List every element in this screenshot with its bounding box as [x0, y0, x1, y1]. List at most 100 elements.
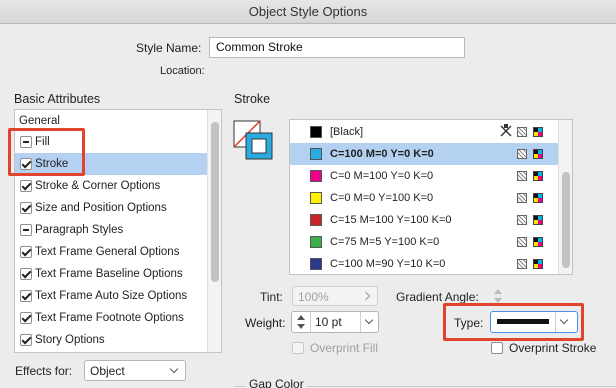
overprint-stroke-checkbox[interactable] — [491, 342, 503, 354]
overprint-fill-label: Overprint Fill — [310, 341, 379, 355]
attr-item-label: Stroke — [35, 158, 69, 170]
type-label: Type: — [454, 316, 484, 330]
chevron-right-icon — [361, 291, 371, 301]
text-frame-footnote-checkbox[interactable] — [20, 312, 32, 324]
basic-attributes-list: General Fill Stroke Stroke & Corner Opti… — [14, 109, 222, 353]
gradient-angle-stepper[interactable] — [491, 286, 505, 306]
attr-item-stroke-corner[interactable]: Stroke & Corner Options — [15, 175, 207, 197]
weight-stepper[interactable] — [294, 312, 308, 332]
text-frame-baseline-checkbox[interactable] — [20, 268, 32, 280]
attr-item-text-frame-auto-size[interactable]: Text Frame Auto Size Options — [15, 285, 207, 307]
attr-item-label: Fill — [35, 136, 50, 148]
swatch-scrollbar[interactable] — [558, 120, 572, 274]
effects-for-value: Object — [90, 364, 125, 378]
gradient-angle-label: Gradient Angle: — [396, 290, 479, 304]
no-edit-icon — [500, 124, 512, 138]
effects-for-label: Effects for: — [15, 364, 73, 378]
fill-checkbox[interactable] — [20, 136, 32, 148]
attr-item-label: Text Frame Footnote Options — [35, 312, 184, 324]
cmyk-mode-icon — [533, 149, 543, 159]
attr-item-label: Stroke & Corner Options — [35, 180, 161, 192]
process-color-icon — [517, 259, 527, 269]
swatch-name: C=15 M=100 Y=100 K=0 — [330, 214, 452, 226]
stroke-checkbox[interactable] — [20, 158, 32, 170]
attributes-scrollbar[interactable] — [207, 110, 221, 352]
gap-color-label: Gap Color — [246, 377, 307, 388]
tint-combo[interactable]: 100% — [292, 286, 378, 306]
attr-item-stroke[interactable]: Stroke — [15, 153, 207, 175]
attr-item-label: Text Frame Auto Size Options — [35, 290, 188, 302]
swatch-name: C=100 M=90 Y=10 K=0 — [330, 258, 446, 270]
swatch-name: C=0 M=100 Y=0 K=0 — [330, 170, 434, 182]
story-options-checkbox[interactable] — [20, 334, 32, 346]
text-frame-auto-size-checkbox[interactable] — [20, 290, 32, 302]
swatch-name: C=75 M=5 Y=100 K=0 — [330, 236, 440, 248]
paragraph-styles-checkbox[interactable] — [20, 224, 32, 236]
overprint-stroke-label: Overprint Stroke — [509, 341, 597, 355]
divider — [360, 312, 361, 332]
swatch-name: [Black] — [330, 126, 364, 138]
effects-for-dropdown[interactable]: Object — [84, 360, 186, 381]
style-name-value: Common Stroke — [216, 40, 303, 54]
attr-item-size-position[interactable]: Size and Position Options — [15, 197, 207, 219]
style-name-label: Style Name: — [136, 41, 202, 55]
swatch-chip — [310, 170, 322, 182]
swatch-scroll-thumb[interactable] — [562, 172, 570, 268]
swatch-row-yellow[interactable]: C=0 M=0 Y=100 K=0 — [290, 187, 558, 209]
swatch-chip — [310, 258, 322, 270]
process-color-icon — [517, 237, 527, 247]
swatch-row-blue[interactable]: C=100 M=90 Y=10 K=0 — [290, 253, 558, 274]
stroke-type-solid-preview — [497, 319, 549, 324]
swatch-chip — [310, 148, 322, 160]
attr-item-general[interactable]: General — [15, 110, 207, 132]
attributes-scroll-thumb[interactable] — [211, 122, 219, 282]
swatch-name: C=100 M=0 Y=0 K=0 — [330, 148, 434, 160]
attr-item-text-frame-footnote[interactable]: Text Frame Footnote Options — [15, 307, 207, 329]
cmyk-mode-icon — [533, 215, 543, 225]
attr-item-label: Text Frame Baseline Options — [35, 268, 183, 280]
attr-item-fill[interactable]: Fill — [15, 131, 207, 153]
attr-item-label: Paragraph Styles — [35, 224, 124, 236]
overprint-fill-checkbox[interactable] — [292, 342, 304, 354]
weight-value: 10 pt — [315, 315, 342, 329]
basic-attributes-heading: Basic Attributes — [14, 92, 101, 106]
swatch-name: C=0 M=0 Y=100 K=0 — [330, 192, 434, 204]
process-color-icon — [517, 127, 527, 137]
swatch-row-black[interactable]: [Black] — [290, 121, 558, 143]
stroke-heading: Stroke — [234, 92, 271, 106]
cmyk-mode-icon — [533, 127, 543, 137]
process-color-icon — [517, 215, 527, 225]
divider — [555, 312, 556, 332]
size-position-checkbox[interactable] — [20, 202, 32, 214]
window-title: Object Style Options — [248, 4, 368, 19]
chevron-down-icon — [364, 315, 374, 325]
attr-item-story-options[interactable]: Story Options — [15, 329, 207, 351]
divider — [310, 312, 311, 332]
attr-item-label: General — [19, 115, 60, 127]
attr-item-text-frame-baseline[interactable]: Text Frame Baseline Options — [15, 263, 207, 285]
chevron-down-icon — [169, 364, 179, 374]
chevron-down-icon — [559, 315, 569, 325]
text-frame-general-checkbox[interactable] — [20, 246, 32, 258]
swatch-row-green[interactable]: C=75 M=5 Y=100 K=0 — [290, 231, 558, 253]
style-name-input[interactable]: Common Stroke — [209, 37, 465, 58]
swatch-row-magenta[interactable]: C=0 M=100 Y=0 K=0 — [290, 165, 558, 187]
swatch-chip — [310, 126, 322, 138]
fill-stroke-proxy-icon[interactable] — [233, 120, 277, 164]
swatch-row-red[interactable]: C=15 M=100 Y=100 K=0 — [290, 209, 558, 231]
swatch-row-cyan[interactable]: C=100 M=0 Y=0 K=0 — [290, 143, 558, 165]
cmyk-mode-icon — [533, 259, 543, 269]
swatch-chip — [310, 214, 322, 226]
type-dropdown[interactable] — [490, 311, 578, 333]
tint-value: 100% — [298, 290, 329, 304]
attr-item-paragraph-styles[interactable]: Paragraph Styles — [15, 219, 207, 241]
cmyk-mode-icon — [533, 171, 543, 181]
stroke-corner-checkbox[interactable] — [20, 180, 32, 192]
tint-label: Tint: — [260, 290, 283, 304]
attr-item-label: Text Frame General Options — [35, 246, 180, 258]
attr-item-text-frame-general[interactable]: Text Frame General Options — [15, 241, 207, 263]
process-color-icon — [517, 149, 527, 159]
attr-item-label: Size and Position Options — [35, 202, 167, 214]
weight-label: Weight: — [245, 316, 286, 330]
weight-combo[interactable]: 10 pt — [291, 311, 379, 333]
